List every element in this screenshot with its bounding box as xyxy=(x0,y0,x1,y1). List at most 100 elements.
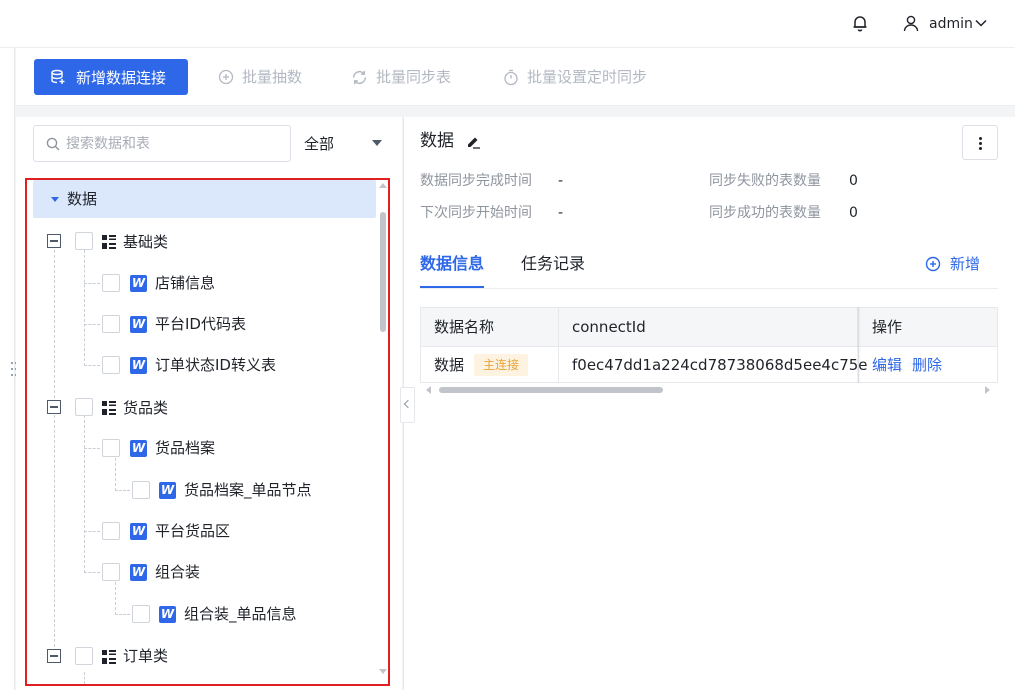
search-box[interactable] xyxy=(33,125,291,162)
batch-schedule-button[interactable]: 批量设置定时同步 xyxy=(503,66,647,88)
batch-sync-label: 批量同步表 xyxy=(376,68,452,86)
checkbox[interactable] xyxy=(102,563,120,581)
collapse-toggle-icon[interactable] xyxy=(47,400,61,414)
sync-done-value: - xyxy=(558,173,564,189)
active-tab-indicator xyxy=(420,286,484,288)
tree-group-label[interactable]: 订单类 xyxy=(123,646,168,666)
batch-sync-button[interactable]: 批量同步表 xyxy=(351,66,451,88)
collapse-toggle-icon[interactable] xyxy=(47,234,61,248)
tree-item-label[interactable]: 组合装 xyxy=(155,562,200,582)
fixed-column-shadow xyxy=(857,307,861,383)
add-label: 新增 xyxy=(950,255,981,273)
scroll-down-icon[interactable] xyxy=(379,669,387,674)
tree-connector xyxy=(84,531,100,532)
column-header-connectid: connectId xyxy=(559,308,859,346)
more-dot xyxy=(979,147,982,150)
connections-table: 数据名称 connectId 操作 数据 主连接 f0ec47dd1a224cd7… xyxy=(420,307,998,383)
tree-connector xyxy=(84,415,85,573)
batch-extract-button[interactable]: 批量抽数 xyxy=(218,66,302,88)
table-cell-connectid: f0ec47dd1a224cd78738068d5ee4c75e xyxy=(559,346,868,383)
page-title: 数据 xyxy=(420,131,454,151)
checkbox[interactable] xyxy=(75,232,93,250)
tree-item-label[interactable]: 货品档案 xyxy=(155,438,215,458)
row-name: 数据 xyxy=(434,356,465,374)
user-icon[interactable] xyxy=(902,14,920,32)
username[interactable]: admin xyxy=(929,14,973,34)
tree-connector xyxy=(84,672,85,684)
more-dot xyxy=(979,137,982,140)
tree-item-label[interactable]: 货品档案_单品节点 xyxy=(184,480,312,500)
chevron-down-icon[interactable] xyxy=(973,15,989,31)
caret-down-icon[interactable] xyxy=(51,197,59,202)
batch-schedule-label: 批量设置定时同步 xyxy=(527,68,648,86)
tree-connector xyxy=(84,572,100,573)
tab-task-records[interactable]: 任务记录 xyxy=(521,253,585,275)
plus-circle-icon xyxy=(925,256,941,272)
new-connection-label: 新增数据连接 xyxy=(76,68,167,87)
folder-group-icon xyxy=(102,650,116,664)
tab-data-info[interactable]: 数据信息 xyxy=(420,253,484,275)
tree-item-label[interactable]: 店铺信息 xyxy=(155,273,215,293)
table-icon: W xyxy=(130,440,147,457)
tree-connector xyxy=(54,250,55,398)
edit-link[interactable]: 编辑 xyxy=(872,356,902,374)
checkbox[interactable] xyxy=(102,274,120,292)
checkbox[interactable] xyxy=(102,315,120,333)
collapse-toggle-icon[interactable] xyxy=(47,649,61,663)
checkbox[interactable] xyxy=(75,647,93,665)
scroll-right-icon[interactable] xyxy=(985,386,990,394)
tree-root-node[interactable]: 数据 xyxy=(33,180,376,218)
table-icon: W xyxy=(159,482,176,499)
table-icon: W xyxy=(130,357,147,374)
more-dot xyxy=(979,142,982,145)
bell-icon[interactable] xyxy=(850,13,870,33)
tree-connector xyxy=(84,250,85,366)
tree-connector xyxy=(115,614,130,615)
table-icon: W xyxy=(130,316,147,333)
tree-group-label[interactable]: 基础类 xyxy=(123,232,168,252)
checkbox[interactable] xyxy=(102,356,120,374)
table-hscrollbar-thumb[interactable] xyxy=(439,387,663,393)
tree-item-label[interactable]: 订单状态ID转义表 xyxy=(155,355,276,375)
search-icon xyxy=(46,137,60,151)
search-input[interactable] xyxy=(66,134,276,154)
more-options-button[interactable] xyxy=(962,125,998,160)
edit-icon[interactable] xyxy=(465,134,481,149)
tree-group-label[interactable]: 货品类 xyxy=(123,398,168,418)
tree-connector xyxy=(84,448,100,449)
folder-group-icon xyxy=(102,401,116,415)
checkbox[interactable] xyxy=(132,481,150,499)
plus-circle-icon xyxy=(218,69,234,85)
timer-icon xyxy=(504,69,518,85)
tree-item-label[interactable]: 平台货品区 xyxy=(155,521,230,541)
new-connection-button[interactable]: 新增数据连接 xyxy=(34,59,188,95)
filter-caret-icon[interactable] xyxy=(372,140,382,146)
table-icon: W xyxy=(130,564,147,581)
scroll-left-icon[interactable] xyxy=(426,386,431,394)
table-icon: W xyxy=(130,523,147,540)
table-icon: W xyxy=(130,275,147,292)
filter-select[interactable]: 全部 xyxy=(304,134,334,154)
column-header-name: 数据名称 xyxy=(421,308,559,346)
tree-item-label[interactable]: 组合装_单品信息 xyxy=(184,604,297,624)
sync-done-label: 数据同步完成时间 xyxy=(420,173,532,189)
delete-link[interactable]: 删除 xyxy=(912,356,942,374)
checkbox[interactable] xyxy=(102,522,120,540)
scroll-up-icon[interactable] xyxy=(379,183,387,188)
column-header-actions: 操作 xyxy=(859,308,997,346)
table-cell-name: 数据 主连接 xyxy=(421,346,559,383)
batch-extract-label: 批量抽数 xyxy=(242,68,303,86)
tree-connector xyxy=(115,490,130,491)
next-sync-value: - xyxy=(558,205,564,221)
checkbox[interactable] xyxy=(75,398,93,416)
tree-scrollbar-thumb[interactable] xyxy=(380,212,386,332)
checkbox[interactable] xyxy=(132,605,150,623)
table-icon: W xyxy=(159,606,176,623)
tree-root-label: 数据 xyxy=(67,190,98,208)
checkbox[interactable] xyxy=(102,439,120,457)
folder-group-icon xyxy=(102,235,116,249)
success-count-value: 0 xyxy=(849,205,858,221)
tree-item-label[interactable]: 平台ID代码表 xyxy=(155,314,246,334)
add-button[interactable]: 新增 xyxy=(925,254,980,274)
collapse-panel-button[interactable] xyxy=(400,387,415,423)
